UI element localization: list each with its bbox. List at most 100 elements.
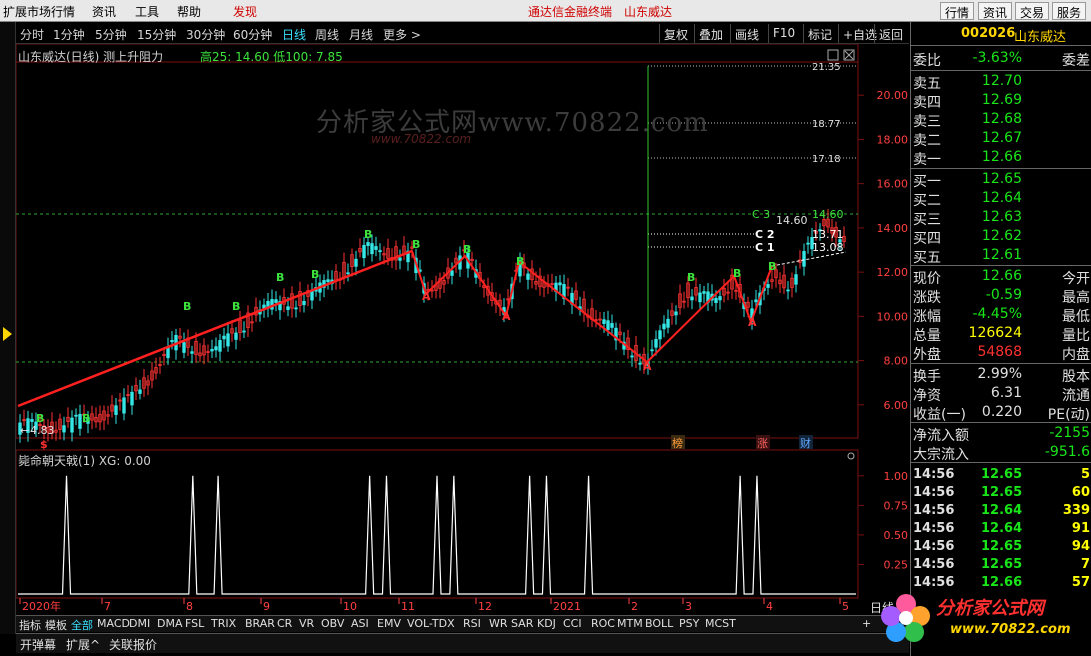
period-daily[interactable]: 日线 bbox=[282, 26, 306, 43]
btn-overlay[interactable]: 叠加 bbox=[694, 24, 727, 43]
y-tick-label: 12.00 bbox=[877, 266, 909, 279]
period-monthly[interactable]: 月线 bbox=[349, 26, 373, 43]
indicator-tab-指标[interactable]: 指标 bbox=[19, 617, 41, 633]
period-30min[interactable]: 30分钟 bbox=[186, 26, 225, 43]
collapse-arrow-icon[interactable] bbox=[0, 22, 16, 634]
watermark-sub: www.70822.com bbox=[371, 132, 472, 146]
candle-body bbox=[70, 417, 74, 433]
indicator-tab-cr[interactable]: CR bbox=[277, 617, 292, 630]
indicator-tab-asi[interactable]: ASI bbox=[351, 617, 369, 630]
btn-draw[interactable]: 画线 bbox=[730, 24, 763, 43]
restore-icon[interactable] bbox=[827, 49, 839, 61]
y-axis-sub: 1.00 0.75 0.50 0.25 bbox=[858, 470, 909, 571]
period-weekly[interactable]: 周线 bbox=[315, 26, 339, 43]
period-15min[interactable]: 15分钟 bbox=[137, 26, 176, 43]
indicator-tab-全部[interactable]: 全部 bbox=[71, 617, 93, 633]
menu-extended-market[interactable]: 扩展市场行情 bbox=[3, 3, 75, 20]
menu-help[interactable]: 帮助 bbox=[177, 3, 201, 20]
btn-related-quotes[interactable]: 关联报价 bbox=[109, 636, 157, 653]
dollar-marker: $ bbox=[40, 438, 48, 451]
indicator-tab-dma[interactable]: DMA bbox=[157, 617, 183, 630]
settings-dot-icon[interactable] bbox=[847, 452, 855, 460]
stat-row: 外盘 54868 内盘 bbox=[913, 344, 1090, 363]
indicator-tab-psy[interactable]: PSY bbox=[679, 617, 699, 630]
btn-mark[interactable]: 标记 bbox=[803, 24, 836, 43]
c2-label: C 2 bbox=[755, 228, 775, 241]
top-menu-bar: 扩展市场行情 资讯 工具 帮助 发现 通达信金融终端 山东威达 行情 资讯 交易… bbox=[0, 0, 1091, 22]
x-axis-dates: 2020年 7 8 9 10 11 12 2021 2 3 4 5 bbox=[19, 598, 849, 613]
x-tick-label: 12 bbox=[478, 600, 492, 613]
badge-cai[interactable]: 财 bbox=[800, 436, 811, 450]
indicator-tab-fsl[interactable]: FSL bbox=[185, 617, 204, 630]
window-title: 通达信金融终端 bbox=[528, 5, 613, 19]
svg-text:B: B bbox=[183, 300, 191, 313]
tick-row: 14:56 12.65 7 bbox=[913, 557, 1090, 572]
indicator-tab-cci[interactable]: CCI bbox=[563, 617, 582, 630]
btn-service[interactable]: 服务 bbox=[1052, 2, 1087, 20]
indicator-tab-obv[interactable]: OBV bbox=[321, 617, 344, 630]
sell-level-1: 卖一 12.66 bbox=[913, 149, 1022, 168]
sub-y-tick-label: 0.25 bbox=[884, 558, 909, 571]
btn-danmaku[interactable]: 开弹幕 bbox=[20, 636, 56, 653]
period-tick[interactable]: 分时 bbox=[20, 26, 44, 43]
candle-body bbox=[398, 257, 402, 261]
indicator-tab-mtm[interactable]: MTM bbox=[617, 617, 643, 630]
menu-discover[interactable]: 发现 bbox=[233, 3, 257, 20]
indicator-tab-trix[interactable]: TRIX bbox=[211, 617, 236, 630]
badge-bang[interactable]: 榜 bbox=[672, 436, 683, 450]
btn-trade[interactable]: 交易 bbox=[1015, 2, 1050, 20]
stock-code: 002026 bbox=[961, 26, 1016, 41]
btn-news[interactable]: 资讯 bbox=[978, 2, 1013, 20]
indicator-tab-macd[interactable]: MACD bbox=[97, 617, 130, 630]
period-5min[interactable]: 5分钟 bbox=[95, 26, 127, 43]
stat2-row: 收益(一) 0.220 PE(动) bbox=[913, 404, 1090, 423]
candle-body bbox=[326, 279, 330, 283]
left-sidebar-strip[interactable] bbox=[0, 22, 16, 634]
indicator-tab-brar[interactable]: BRAR bbox=[245, 617, 275, 630]
indicator-tab-mcst[interactable]: MCST bbox=[705, 617, 736, 630]
indicator-tab-vol-tdx[interactable]: VOL-TDX bbox=[407, 617, 455, 630]
btn-f10[interactable]: F10 bbox=[768, 24, 799, 43]
period-1min[interactable]: 1分钟 bbox=[53, 26, 85, 43]
candle-body bbox=[638, 362, 642, 365]
indicator-tab-rsi[interactable]: RSI bbox=[463, 617, 481, 630]
candle-body bbox=[182, 342, 186, 353]
badge-zhang[interactable]: 涨 bbox=[757, 437, 768, 450]
candle-body bbox=[190, 351, 194, 354]
indicator-tab-wr[interactable]: WR bbox=[489, 617, 508, 630]
btn-back[interactable]: 返回 bbox=[874, 24, 907, 43]
y-tick-label: 8.00 bbox=[884, 355, 909, 368]
indicator-tab-boll[interactable]: BOLL bbox=[645, 617, 673, 630]
period-60min[interactable]: 60分钟 bbox=[233, 26, 272, 43]
candle-body bbox=[602, 319, 606, 324]
indicator-tab-vr[interactable]: VR bbox=[299, 617, 314, 630]
indicator-tab-emv[interactable]: EMV bbox=[377, 617, 401, 630]
indicator-tab-dmi[interactable]: DMI bbox=[129, 617, 150, 630]
candle-body bbox=[366, 242, 370, 246]
y-tick-label: 10.00 bbox=[877, 310, 909, 323]
x-tick-label: 10 bbox=[343, 600, 357, 613]
candle-body bbox=[294, 307, 298, 310]
btn-quotes[interactable]: 行情 bbox=[940, 2, 975, 20]
kline-chart-area[interactable]: 20.00 18.00 16.00 14.00 12.00 10.00 8.00 6.00 B… bbox=[16, 44, 910, 615]
svg-text:A: A bbox=[748, 316, 757, 329]
indicator-tab-模板[interactable]: 模板 bbox=[45, 617, 67, 633]
menu-tools[interactable]: 工具 bbox=[135, 3, 159, 20]
svg-text:B: B bbox=[516, 255, 524, 268]
menu-news[interactable]: 资讯 bbox=[92, 3, 116, 20]
candle-body bbox=[714, 297, 718, 303]
x-tick-label: 2020年 bbox=[22, 599, 61, 613]
candlestick-series bbox=[18, 209, 846, 443]
period-more[interactable]: 更多 > bbox=[383, 26, 421, 43]
candle-body bbox=[666, 318, 670, 328]
candle-body bbox=[78, 413, 82, 429]
candle-body bbox=[658, 330, 662, 340]
indicator-tab-roc[interactable]: ROC bbox=[591, 617, 615, 630]
peak-label: 14.60 bbox=[776, 214, 808, 227]
indicator-tab-sar[interactable]: SAR bbox=[511, 617, 533, 630]
indicator-tab-kdj[interactable]: KDJ bbox=[537, 617, 556, 630]
btn-restore-rights[interactable]: 复权 bbox=[659, 24, 692, 43]
btn-extend[interactable]: 扩展^ bbox=[66, 636, 100, 653]
candle-body bbox=[302, 301, 306, 306]
candle-body bbox=[346, 272, 350, 275]
